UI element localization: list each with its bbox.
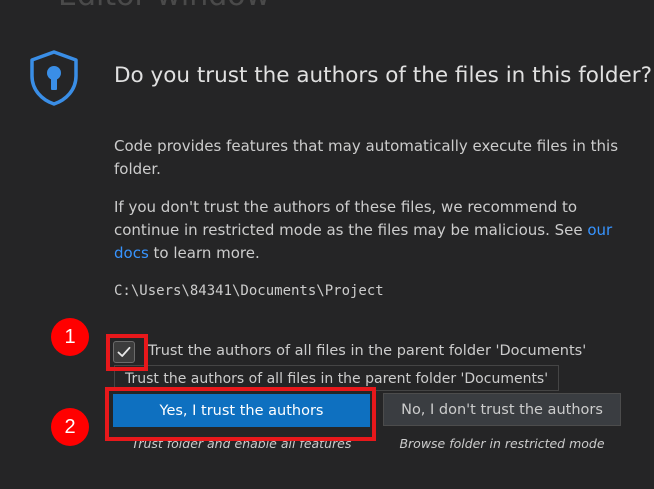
shield-lock-icon: [30, 50, 78, 106]
dialog-message-features: Code provides features that may automati…: [114, 137, 619, 178]
folder-path: C:\Users\84341\Documents\Project: [114, 283, 384, 299]
trust-authors-button[interactable]: Yes, I trust the authors: [113, 394, 370, 427]
workspace-trust-dialog: Editor window Do you trust the authors o…: [0, 0, 654, 489]
trust-parent-checkbox-label[interactable]: Trust the authors of all files in the pa…: [148, 343, 586, 359]
restricted-button-description: Browse folder in restricted mode: [399, 436, 605, 451]
trust-button-description: Trust folder and enable all features: [131, 436, 352, 451]
step-badge-2: 2: [51, 408, 89, 446]
dialog-title: Do you trust the authors of the files in…: [114, 63, 653, 88]
message-text-after-link: to learn more.: [148, 244, 260, 262]
trust-parent-checkbox[interactable]: [113, 341, 135, 363]
checkbox-tooltip: Trust the authors of all files in the pa…: [114, 365, 560, 391]
message-text-before-link: If you don't trust the authors of these …: [114, 198, 588, 239]
checkmark-icon: [117, 346, 131, 357]
dont-trust-authors-button[interactable]: No, I don't trust the authors: [383, 393, 621, 426]
step-badge-1: 1: [51, 318, 89, 356]
background-window-title: Editor window: [58, 0, 270, 13]
dialog-message-restricted: If you don't trust the authors of these …: [114, 196, 634, 265]
